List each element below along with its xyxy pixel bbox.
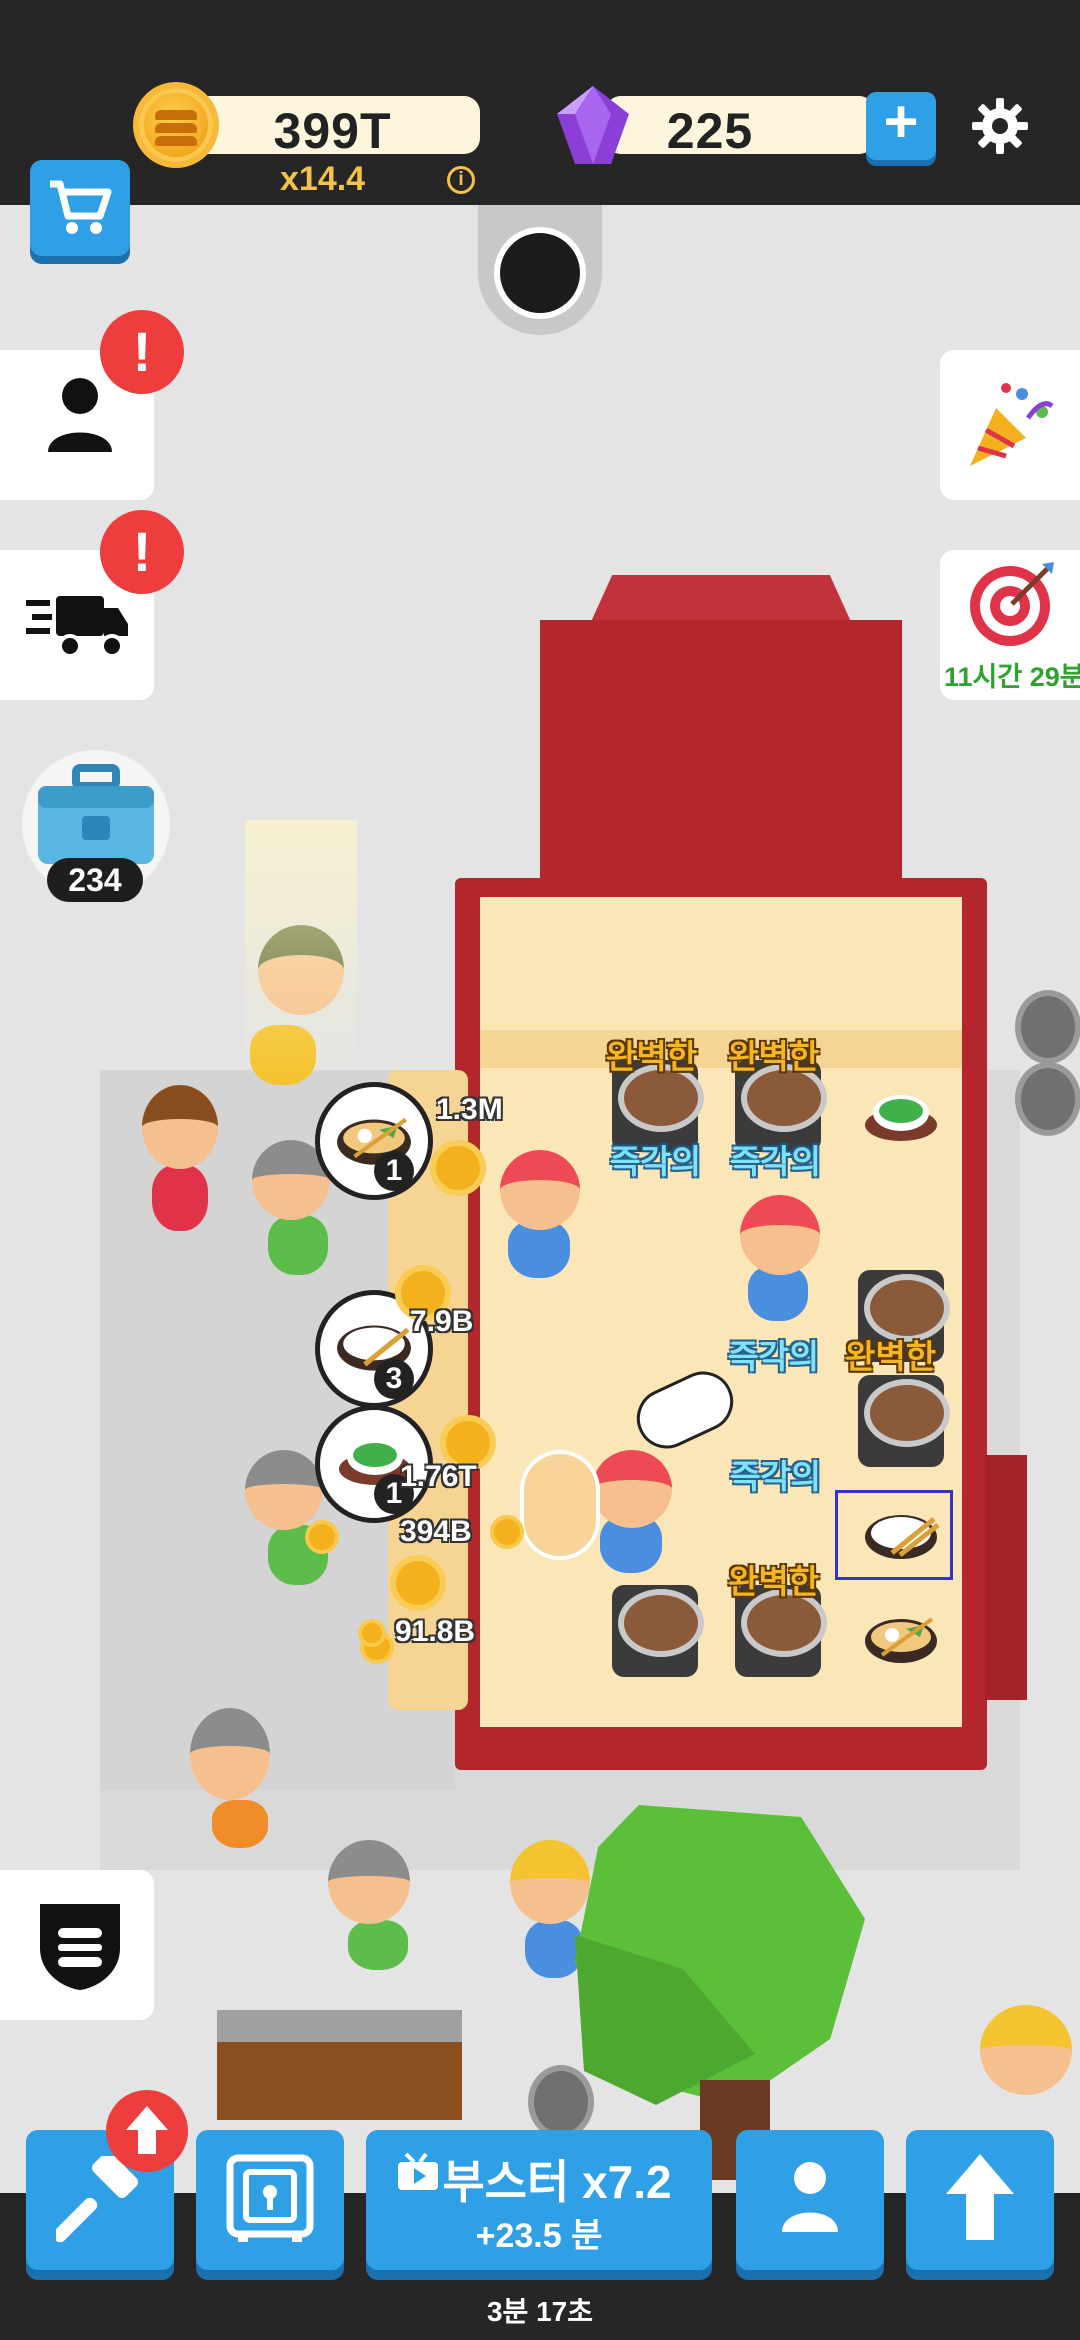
trash-can [1015, 1062, 1080, 1136]
party-event-button[interactable] [940, 350, 1080, 500]
customer-head [328, 1840, 410, 1924]
coin-amount: 399T [273, 103, 392, 159]
upgrade-label-perfect: 완벽한 [845, 1338, 937, 1375]
money-label: 1.76T [400, 1460, 477, 1493]
worker-head [500, 1150, 580, 1230]
alert-badge: ! [100, 510, 184, 594]
green-tea-icon[interactable] [862, 1085, 940, 1145]
upgrade-label-perfect: 완벽한 [728, 1563, 820, 1600]
customer-head [980, 2005, 1072, 2095]
gear-icon[interactable] [970, 96, 1030, 156]
shop-cart-button[interactable] [30, 160, 130, 256]
upgrade-label-instant: 즉각의 [610, 1143, 702, 1180]
person-icon [782, 2162, 838, 2232]
target-icon [970, 562, 1054, 646]
pipe-hole [478, 205, 602, 335]
money-label: 1.3M [436, 1093, 503, 1126]
customer-head [245, 1450, 323, 1530]
order-count: 3 [374, 1359, 414, 1399]
info-icon[interactable]: i [447, 166, 475, 194]
booster-button[interactable]: 부스터 x7.2 +23.5 분 [366, 2130, 712, 2270]
customer [268, 1215, 328, 1275]
arrow-up-icon [126, 2106, 168, 2154]
upgrade-alert-badge [106, 2090, 188, 2172]
add-gems-button[interactable]: + [866, 92, 936, 160]
ramen-icon[interactable] [862, 1607, 940, 1667]
customer-glow [245, 820, 357, 1080]
coin-icon [133, 82, 219, 168]
upgrade-label-perfect: 완벽한 [606, 1038, 698, 1075]
event-timer: 11시간 29분 [944, 662, 1080, 692]
selected-dish-highlight [835, 1490, 953, 1580]
burger-shield-icon [40, 1904, 120, 1990]
arrow-up-icon [946, 2154, 1014, 2240]
income-multiplier: x14.4 [280, 160, 366, 198]
soup-pot[interactable] [858, 1375, 950, 1467]
restaurant-side-door [985, 1455, 1027, 1700]
upgrade-label-instant: 즉각의 [730, 1143, 822, 1180]
coin-counter: 399T [185, 96, 480, 159]
party-popper-icon [970, 383, 1054, 466]
booster-duration: +23.5 분 [475, 2217, 603, 2255]
coin-pickup[interactable] [430, 1140, 486, 1196]
customer [212, 1800, 268, 1848]
player-character [520, 1450, 600, 1560]
coin-pickup[interactable] [390, 1555, 446, 1611]
customer-head [142, 1085, 218, 1169]
game-screen: 완벽한 완벽한 즉각의 즉각의 즉각의 완벽한 즉각의 완벽한 1 3 1 1.… [0, 0, 1080, 2340]
worker-head [740, 1195, 820, 1275]
customer-head [510, 1840, 590, 1924]
staff-button[interactable] [736, 2130, 884, 2270]
worker-head [592, 1450, 672, 1528]
money-label: 394B [400, 1515, 472, 1548]
delivery-truck-icon [26, 596, 128, 658]
upgrade-label-instant: 즉각의 [728, 1338, 820, 1375]
kitchen-counter [480, 1030, 962, 1068]
money-label: 7.9B [410, 1305, 474, 1338]
cart-icon [50, 180, 112, 234]
gem-amount: 225 [666, 103, 754, 159]
customer [152, 1165, 208, 1231]
upgrade-label-instant: 즉각의 [730, 1458, 822, 1495]
gem-counter: 225 [605, 96, 875, 159]
chest-count: 234 [47, 858, 143, 902]
trash-can [528, 2065, 594, 2139]
restaurant-roof [540, 620, 902, 880]
soup-pot[interactable] [612, 1585, 704, 1677]
safe-icon [226, 2154, 314, 2242]
customer-head [190, 1708, 270, 1800]
gem-icon [557, 86, 629, 164]
upgrade-label-perfect: 완벽한 [728, 1038, 820, 1075]
vault-button[interactable] [196, 2130, 344, 2270]
person-icon [48, 378, 112, 452]
upgrade-arrow-button[interactable] [906, 2130, 1054, 2270]
alert-badge: ! [100, 310, 184, 394]
booster-label: 부스터 x7.2 [442, 2156, 672, 2208]
money-label: 91.8B [395, 1615, 476, 1648]
bench [217, 2010, 462, 2120]
customer [348, 1920, 408, 1970]
customer [525, 1920, 583, 1978]
booster-timer: 3분 17초 [486, 2296, 594, 2327]
coin-icon [358, 1619, 386, 1647]
order-bubble: 1 [315, 1082, 433, 1200]
hammer-icon [56, 2156, 138, 2243]
burger-menu-tile-button[interactable] [0, 1870, 154, 2020]
coin-pickup[interactable] [305, 1520, 339, 1554]
coin-pickup[interactable] [490, 1515, 524, 1549]
trash-can [1015, 990, 1080, 1064]
order-count: 1 [374, 1151, 414, 1191]
